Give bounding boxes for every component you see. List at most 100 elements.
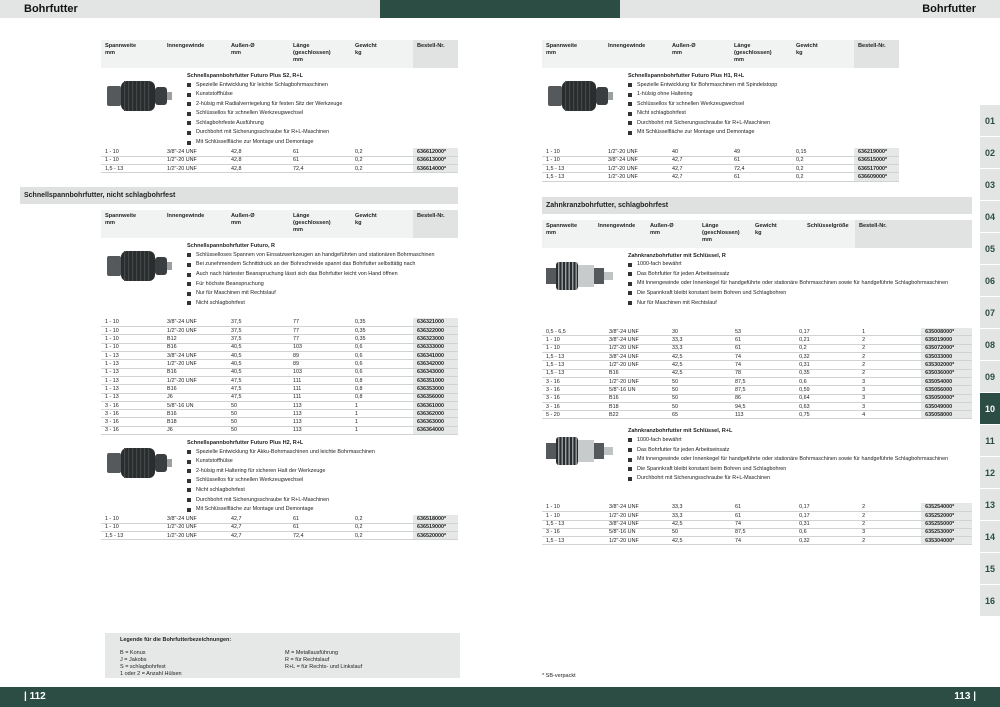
table-cell: 0,8 — [351, 376, 413, 386]
table-cell: 1/2"-20 UNF — [604, 360, 668, 370]
chapter-tab-03[interactable]: 03 — [980, 169, 1000, 201]
chapter-tab-09[interactable]: 09 — [980, 361, 1000, 393]
feature-list: Schlüsselloses Spannen von Einsatzwerkze… — [187, 251, 458, 309]
feature-list: Spezielle Entwicklung für Akku-Bohrmasch… — [187, 448, 458, 515]
table-cell: 1 — [858, 327, 922, 337]
legend-item: B = Konus — [120, 650, 146, 656]
feature-item: Mit Innengewinde oder Innenkegel für han… — [628, 279, 972, 289]
order-number: 636520000* — [413, 531, 458, 541]
order-number: 636341000 — [413, 351, 458, 361]
feature-item: 2-hülsig mit Haltering für sicheren Halt… — [187, 467, 458, 477]
table-cell: 2 — [858, 503, 922, 513]
table-cell: 72,4 — [730, 164, 792, 174]
page-number-left: | 112 — [24, 691, 46, 702]
table-cell: 1 - 13 — [101, 376, 163, 386]
table-cell: 33,3 — [667, 344, 731, 354]
order-number: 636609000* — [854, 172, 899, 182]
feature-item: Nur für Maschinen mit Rechtslauf — [628, 299, 972, 309]
feature-item: Durchbohrt mit Sicherungsschraube für R+… — [187, 128, 458, 138]
table-cell: B16 — [163, 384, 227, 394]
column-header: Außen-Ø mm — [231, 213, 255, 227]
feature-item: Durchbohrt mit Sicherungsschraube für R+… — [628, 474, 972, 484]
chapter-tab-05[interactable]: 05 — [980, 233, 1000, 265]
feature-item: 1000-fach bewährt — [628, 436, 972, 446]
chapter-tab-08[interactable]: 08 — [980, 329, 1000, 361]
chapter-tab-11[interactable]: 11 — [980, 425, 1000, 457]
table-row: 1 - 10 B16 40,5 103 0,6 636333000 — [101, 343, 458, 353]
column-header: Länge (geschlossen) mm — [293, 43, 331, 63]
order-number: 635254000* — [921, 503, 972, 513]
table-cell: 0,6 — [795, 377, 859, 387]
table-row: 3 - 16 5/8"-16 UN 50 87,5 0,59 3 635056000 — [542, 385, 972, 395]
chapter-tab-14[interactable]: 14 — [980, 521, 1000, 553]
table-row: 1 - 10 B12 37,5 77 0,35 636323000 — [101, 334, 458, 344]
column-header: Länge (geschlossen) mm — [702, 222, 740, 243]
chapter-tab-12[interactable]: 12 — [980, 457, 1000, 489]
feature-item: Das Bohrfutter für jeden Arbeitseinsatz — [628, 270, 972, 280]
feature-item: Mit Schlüsselfläche zur Montage und Demo… — [187, 138, 458, 148]
spec-table: 0,5 - 6,5 3/8"-24 UNF 30 53 0,17 1 635008000* 1… — [542, 327, 972, 420]
table-cell: 77 — [289, 318, 351, 328]
product-block: Schnellspannbohrfutter Futuro, R Schlüsse… — [101, 238, 458, 318]
table-cell: 42,7 — [668, 172, 730, 182]
legend-item: J = Jakobs — [120, 657, 147, 663]
table-row: 1 - 10 1/2"-20 UNF 40 49 0,15 636219000* — [542, 148, 899, 157]
table-cell: 74 — [730, 520, 796, 529]
chapter-tab-13[interactable]: 13 — [980, 489, 1000, 521]
table-cell: 0,2 — [351, 531, 413, 541]
column-header: Gewicht kg — [796, 43, 818, 56]
product-block: Schnellspannbohrfutter Futuro Plus S2, R… — [101, 68, 458, 148]
table-cell: B12 — [163, 334, 227, 344]
table-cell: 61 — [730, 335, 796, 345]
order-number: 636333000 — [413, 343, 458, 353]
chapter-tab-07[interactable]: 07 — [980, 297, 1000, 329]
feature-list: Spezielle Entwicklung für Bohrmaschinen … — [628, 81, 972, 139]
catalog-spread: Bohrfutter Bohrfutter Spannweite mm Innen… — [0, 0, 1000, 707]
chapter-tab-01[interactable]: 01 — [980, 105, 1000, 137]
table-cell: B16 — [163, 343, 227, 353]
table-cell: 3 - 16 — [101, 426, 163, 436]
table-cell: 3 - 16 — [101, 401, 163, 411]
chapter-tabs: 01 02 03 04 05 06 07 08 09 10 11 12 13 14 15 16 — [980, 105, 1000, 617]
chapter-tab-06[interactable]: 06 — [980, 265, 1000, 297]
table-row: 1,5 - 13 1/2"-20 UNF 42,5 74 0,31 2 635302000* — [542, 360, 972, 370]
table-cell: 0,2 — [351, 523, 413, 533]
footer-bar — [0, 687, 1000, 707]
table-cell: 111 — [289, 376, 351, 386]
feature-list: Spezielle Entwicklung für leichte Schlag… — [187, 81, 458, 148]
order-number: 636353000 — [413, 384, 458, 394]
table-cell: B16 — [604, 369, 668, 378]
order-number: 635036000* — [921, 369, 972, 378]
table-cell: 113 — [289, 417, 351, 427]
table-cell: 77 — [289, 334, 351, 344]
table-row: 1 - 13 1/2"-20 UNF 40,5 89 0,6 636342000 — [101, 359, 458, 369]
chapter-tab-02[interactable]: 02 — [980, 137, 1000, 169]
table-cell: 42,5 — [667, 369, 731, 378]
chapter-tab-16[interactable]: 16 — [980, 585, 1000, 617]
table-cell: 42,7 — [227, 531, 289, 541]
table-cell: 0,8 — [351, 384, 413, 394]
table-cell: B22 — [604, 410, 668, 420]
table-cell: B18 — [163, 417, 227, 427]
table-cell: 3/8"-24 UNF — [604, 520, 668, 529]
table-cell: 37,5 — [227, 326, 289, 336]
table-cell: 50 — [227, 409, 289, 419]
table-cell: B18 — [604, 402, 668, 412]
table-cell: 87,5 — [730, 377, 796, 387]
column-header: Bestell-Nr. — [413, 40, 458, 68]
table-cell: B16 — [604, 394, 668, 403]
table-cell: 0,2 — [792, 172, 854, 182]
chapter-tab-10[interactable]: 10 — [980, 393, 1000, 425]
table-cell: 1 - 13 — [101, 368, 163, 377]
chapter-tab-04[interactable]: 04 — [980, 201, 1000, 233]
table-cell: J6 — [163, 393, 227, 402]
feature-item: Kunststoffhülse — [187, 457, 458, 467]
table-cell: 1,5 - 13 — [542, 172, 604, 182]
chapter-tab-15[interactable]: 15 — [980, 553, 1000, 585]
table-cell: 1 - 10 — [101, 148, 163, 157]
table-cell: 113 — [730, 410, 796, 420]
order-number: 636363000 — [413, 417, 458, 427]
table-row: 0,5 - 6,5 3/8"-24 UNF 30 53 0,17 1 635008000* — [542, 327, 972, 337]
table-cell: 3 — [858, 402, 922, 412]
spec-table: 1 - 10 3/8"-24 UNF 37,5 77 0,35 636321000 1 - … — [101, 318, 458, 436]
